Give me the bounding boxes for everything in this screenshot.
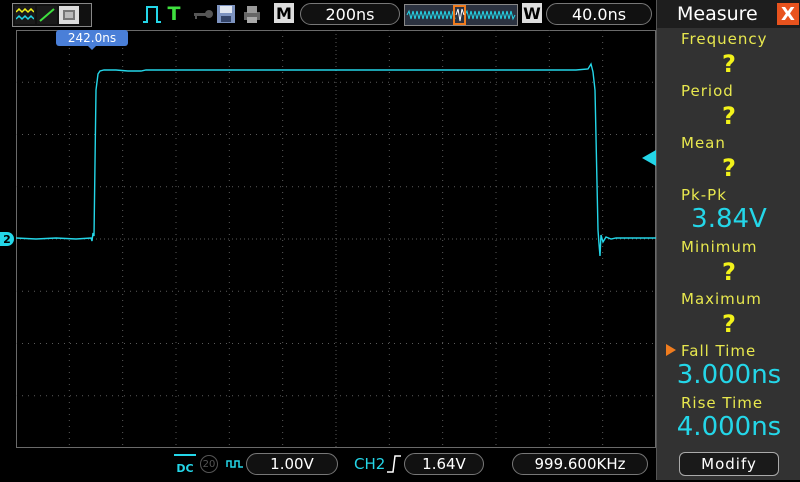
graticule	[16, 30, 656, 448]
cursor-readout-pointer	[88, 46, 96, 50]
probe-icon	[226, 456, 244, 475]
measure-title: Measure	[677, 3, 758, 25]
modify-button[interactable]: Modify	[679, 452, 779, 476]
main-timebase-label: M	[274, 3, 294, 23]
bottom-status-bar: DC 20 1.00V CH2 1.64V 999.600KHz	[0, 448, 656, 480]
top-toolbar: T M 200ns W 40.0ns	[0, 0, 656, 28]
trigger-source-label: CH2	[354, 455, 386, 473]
measure-label: Minimum	[681, 238, 758, 256]
measure-value: ?	[722, 102, 736, 130]
measure-value: 4.000ns	[676, 412, 782, 442]
ch2-offset-marker[interactable]: 2	[0, 232, 14, 246]
measure-value: ?	[722, 310, 736, 338]
measure-panel-header: Measure X	[657, 0, 800, 28]
memory-position-bar[interactable]	[404, 4, 518, 26]
timebase-readout[interactable]: 200ns	[300, 3, 400, 25]
wave-icon[interactable]	[15, 6, 35, 24]
measure-item-frequency[interactable]: Frequency ?	[657, 28, 800, 78]
save-icon[interactable]	[216, 3, 236, 25]
cursor-readout-text: 242.0ns	[67, 31, 117, 45]
close-icon: X	[781, 3, 795, 25]
rising-edge-icon	[386, 454, 402, 478]
math-icon[interactable]	[37, 6, 57, 24]
trigger-level-readout[interactable]: 1.64V	[404, 453, 484, 475]
measure-label: Mean	[681, 134, 726, 152]
measure-item-minimum[interactable]: Minimum ?	[657, 236, 800, 286]
ch2-waveform	[16, 62, 656, 257]
measure-item-period[interactable]: Period ?	[657, 80, 800, 130]
bandwidth-limit-icon[interactable]: 20	[200, 455, 218, 473]
measure-value: ?	[722, 154, 736, 182]
window-timebase-readout[interactable]: 40.0ns	[546, 3, 652, 25]
coupling-label: DC	[176, 462, 194, 475]
measure-value: 3.84V	[691, 204, 767, 234]
trigger-indicator[interactable]: T	[166, 3, 182, 25]
selected-arrow-icon	[666, 344, 676, 356]
cursor-time-readout: 242.0ns	[56, 30, 128, 46]
measure-value: ?	[722, 258, 736, 286]
trigger-level-marker[interactable]	[642, 150, 656, 166]
volts-per-div-readout[interactable]: 1.00V	[246, 453, 338, 475]
measure-value: 3.000ns	[676, 360, 782, 390]
measure-label: Pk-Pk	[681, 186, 727, 204]
ch2-marker-label: 2	[3, 232, 11, 246]
measure-label: Frequency	[681, 30, 768, 48]
measure-item-fall-time[interactable]: Fall Time 3.000ns	[657, 340, 800, 390]
close-button[interactable]: X	[777, 3, 799, 25]
display-mode-group[interactable]	[12, 3, 92, 27]
bw-label: 20	[202, 458, 216, 470]
frequency-counter-readout: 999.600KHz	[512, 453, 648, 475]
pulse-icon[interactable]	[142, 3, 162, 25]
measure-item-rise-time[interactable]: Rise Time 4.000ns	[657, 392, 800, 442]
window-label: W	[522, 3, 542, 23]
measure-label: Rise Time	[681, 394, 764, 412]
measure-label: Maximum	[681, 290, 762, 308]
measure-value: ?	[722, 50, 736, 78]
measure-item-maximum[interactable]: Maximum ?	[657, 288, 800, 338]
measure-label: Period	[681, 82, 734, 100]
measure-label: Fall Time	[681, 342, 757, 360]
measure-panel: Measure X Frequency ? Period ? Mean ? Pk…	[656, 0, 800, 480]
key-icon	[192, 3, 214, 25]
print-icon[interactable]	[242, 3, 262, 25]
measure-item-mean[interactable]: Mean ?	[657, 132, 800, 182]
measure-item-pk-pk[interactable]: Pk-Pk 3.84V	[657, 184, 800, 234]
cursor-icon[interactable]	[59, 6, 79, 24]
waveform-display[interactable]: 242.0ns	[16, 30, 656, 448]
dc-coupling-icon[interactable]: DC	[174, 454, 196, 476]
